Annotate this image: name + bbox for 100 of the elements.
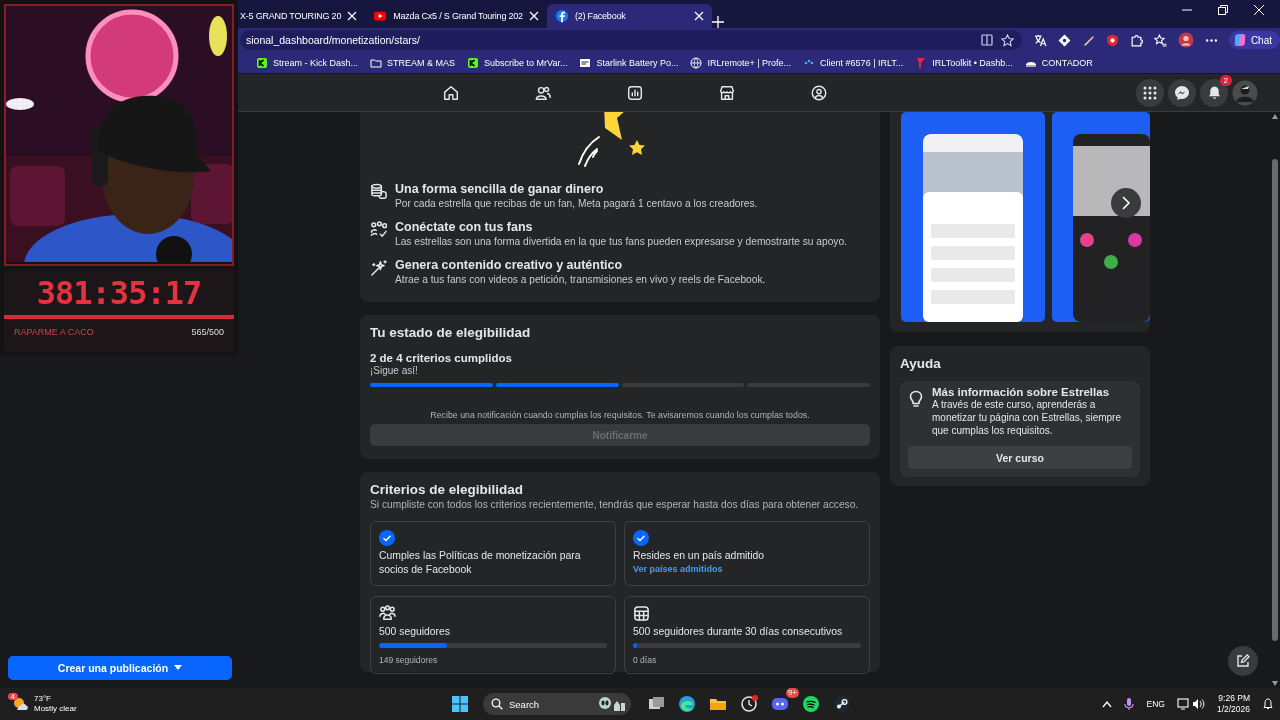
- discord-icon[interactable]: [771, 695, 789, 713]
- encouragement-text: ¡Sigue así!: [370, 365, 419, 376]
- bookmark-label: IRLremote+ | Profe...: [707, 57, 792, 68]
- youtube-icon: [373, 9, 388, 23]
- steam-icon[interactable]: [833, 695, 851, 713]
- restore-icon[interactable]: [1218, 5, 1228, 15]
- bookmark[interactable]: Starlink Battery Po...: [579, 56, 679, 69]
- globe-icon: [690, 56, 703, 69]
- page-icon: [579, 56, 592, 69]
- help-title: Más información sobre Estrellas: [932, 386, 1111, 398]
- bookmark[interactable]: Stream - Kick Dash...: [256, 56, 359, 69]
- coins-icon: [370, 183, 387, 200]
- start-icon[interactable]: [452, 696, 468, 712]
- close-icon[interactable]: [347, 11, 358, 21]
- feature-title: Conéctate con tus fans: [395, 220, 534, 235]
- url-text: sional_dashboard/monetization/stars/: [246, 34, 421, 46]
- browser-tab[interactable]: X-5 GRAND TOURING 20: [238, 4, 366, 28]
- section-title: Criterios de elegibilidad: [370, 482, 525, 497]
- feature-description: Por cada estrella que recibas de un fan, Meta pagará 1 centavo a los creadores.: [395, 197, 758, 211]
- progress-caption: 0 días: [633, 655, 657, 665]
- favorite-star-icon[interactable]: [1000, 33, 1014, 47]
- supported-countries-link[interactable]: Ver países admitidos: [633, 564, 723, 574]
- close-icon[interactable]: [693, 11, 704, 21]
- goal-count: 565/500: [191, 327, 224, 337]
- feature-title: Una forma sencilla de ganar dinero: [395, 182, 605, 197]
- criterion-text: Cumples las Políticas de monetización para socios de Facebook: [379, 549, 582, 577]
- feature-title: Genera contenido creativo y auténtico: [395, 258, 624, 273]
- search-placeholder: Search: [509, 698, 541, 710]
- split-screen-icon[interactable]: [980, 33, 993, 46]
- home-icon[interactable]: [442, 83, 460, 102]
- goal-label: RAPARME A CACO: [14, 327, 94, 337]
- weather-icon[interactable]: [12, 696, 30, 712]
- network-volume-icon[interactable]: [1176, 697, 1205, 711]
- scroll-down-icon[interactable]: [1272, 681, 1278, 686]
- bookmark-label: Stream - Kick Dash...: [273, 57, 359, 68]
- messenger-button[interactable]: [1168, 78, 1196, 107]
- browser-tab[interactable]: (2) Facebook: [546, 4, 712, 28]
- weather-text: Mostly clear: [34, 704, 77, 714]
- feature-description: Atrae a tus fans con videos a petición, transmisiones en vivo y reels de Facebook.: [395, 273, 766, 287]
- close-icon[interactable]: [528, 11, 539, 21]
- favorites-icon[interactable]: [1153, 33, 1167, 47]
- bookmark-label: Client #6576 | IRLT...: [820, 57, 904, 68]
- translate-icon[interactable]: [1033, 33, 1047, 47]
- bookmark[interactable]: IRLToolkit • Dashb...: [915, 56, 1013, 69]
- section-title: Ayuda: [900, 356, 942, 371]
- browser-tab[interactable]: Mazda Cx5 / S Grand Touring 202: [365, 4, 547, 28]
- groups-icon[interactable]: [810, 83, 828, 102]
- people-icon: [370, 221, 387, 238]
- bookmark[interactable]: STREAM & MAS: [370, 56, 456, 69]
- compose-button[interactable]: [1228, 646, 1258, 676]
- section-subtitle: Si cumpliste con todos los criterios recientemente, tendrás que esperar hasta dos días para obtener acceso.: [370, 499, 860, 510]
- edge-icon[interactable]: [678, 695, 696, 713]
- tab-title: Mazda Cx5 / S Grand Touring 202: [393, 11, 523, 21]
- language-indicator[interactable]: ENG: [1146, 699, 1165, 709]
- feature-description: Las estrellas son una forma divertida en la que tus fans pueden expresarse y demostrarte su apoyo.: [395, 235, 847, 249]
- followers-icon: [379, 605, 396, 622]
- scrollbar-thumb[interactable]: [1272, 159, 1278, 641]
- bookmark[interactable]: Subscribe to MrVar...: [467, 56, 568, 69]
- bookmark[interactable]: Client #6576 | IRLT...: [803, 56, 904, 69]
- microphone-icon[interactable]: [1124, 697, 1135, 711]
- close-icon[interactable]: [1254, 5, 1264, 15]
- taskbar-search-field[interactable]: Search: [483, 693, 631, 715]
- kick-icon: [467, 56, 480, 69]
- date-text: 1/2/2026: [1216, 704, 1250, 715]
- shield-icon[interactable]: [1105, 33, 1119, 47]
- section-title: Tu estado de elegibilidad: [370, 325, 532, 340]
- clock[interactable]: 9:26 PM 1/2/2026: [1216, 693, 1250, 715]
- clock-icon[interactable]: [740, 695, 758, 713]
- profile-avatar-icon[interactable]: [1177, 32, 1194, 48]
- lightbulb-icon: [908, 390, 924, 408]
- puzzle-icon[interactable]: [1129, 33, 1143, 47]
- spotify-icon[interactable]: [802, 695, 820, 713]
- bookmark-label: Subscribe to MrVar...: [484, 57, 568, 68]
- search-icon: [491, 698, 503, 710]
- menu-button[interactable]: [1136, 78, 1164, 107]
- view-course-button[interactable]: Ver curso: [908, 446, 1132, 469]
- store-icon[interactable]: [718, 83, 736, 102]
- countdown-timer: 381:35:17: [35, 273, 203, 313]
- criterion-text: 500 seguidores durante 30 días consecutivos: [633, 625, 843, 639]
- temperature-text: 73°F: [34, 694, 52, 704]
- notification-bell-icon[interactable]: [1262, 698, 1274, 710]
- notification-badge: 2: [1219, 74, 1232, 86]
- chevron-right-icon: [1121, 196, 1131, 210]
- help-description: A través de este curso, aprenderás a monetizar tu página con Estrellas, siempre que cumplas los requisitos.: [932, 398, 1122, 437]
- chevron-up-icon[interactable]: [1102, 700, 1113, 708]
- criterion-text: Resides en un país admitido: [633, 549, 765, 563]
- bookmark[interactable]: IRLremote+ | Profe...: [690, 56, 792, 69]
- bookmark-label: IRLToolkit • Dashb...: [932, 57, 1013, 68]
- new-tab-icon[interactable]: [711, 16, 724, 28]
- bookmark[interactable]: CONTADOR: [1024, 56, 1093, 69]
- create-post-button[interactable]: Crear una publicación: [8, 656, 232, 680]
- notice-text: Recibe una notificación cuando cumplas los requisitos. Te avisaremos cuando los cumplas todos.: [429, 410, 811, 420]
- menu-grid-icon: [1143, 85, 1157, 100]
- scroll-up-icon[interactable]: [1272, 114, 1278, 119]
- diamond-icon[interactable]: [1057, 33, 1071, 47]
- edit-icon: [1236, 654, 1250, 668]
- progress-caption: 149 seguidores: [379, 655, 438, 665]
- chat-button[interactable]: Chat: [1228, 31, 1280, 49]
- chart-icon[interactable]: [626, 83, 644, 102]
- address-bar[interactable]: sional_dashboard/monetization/stars/: [240, 30, 1022, 50]
